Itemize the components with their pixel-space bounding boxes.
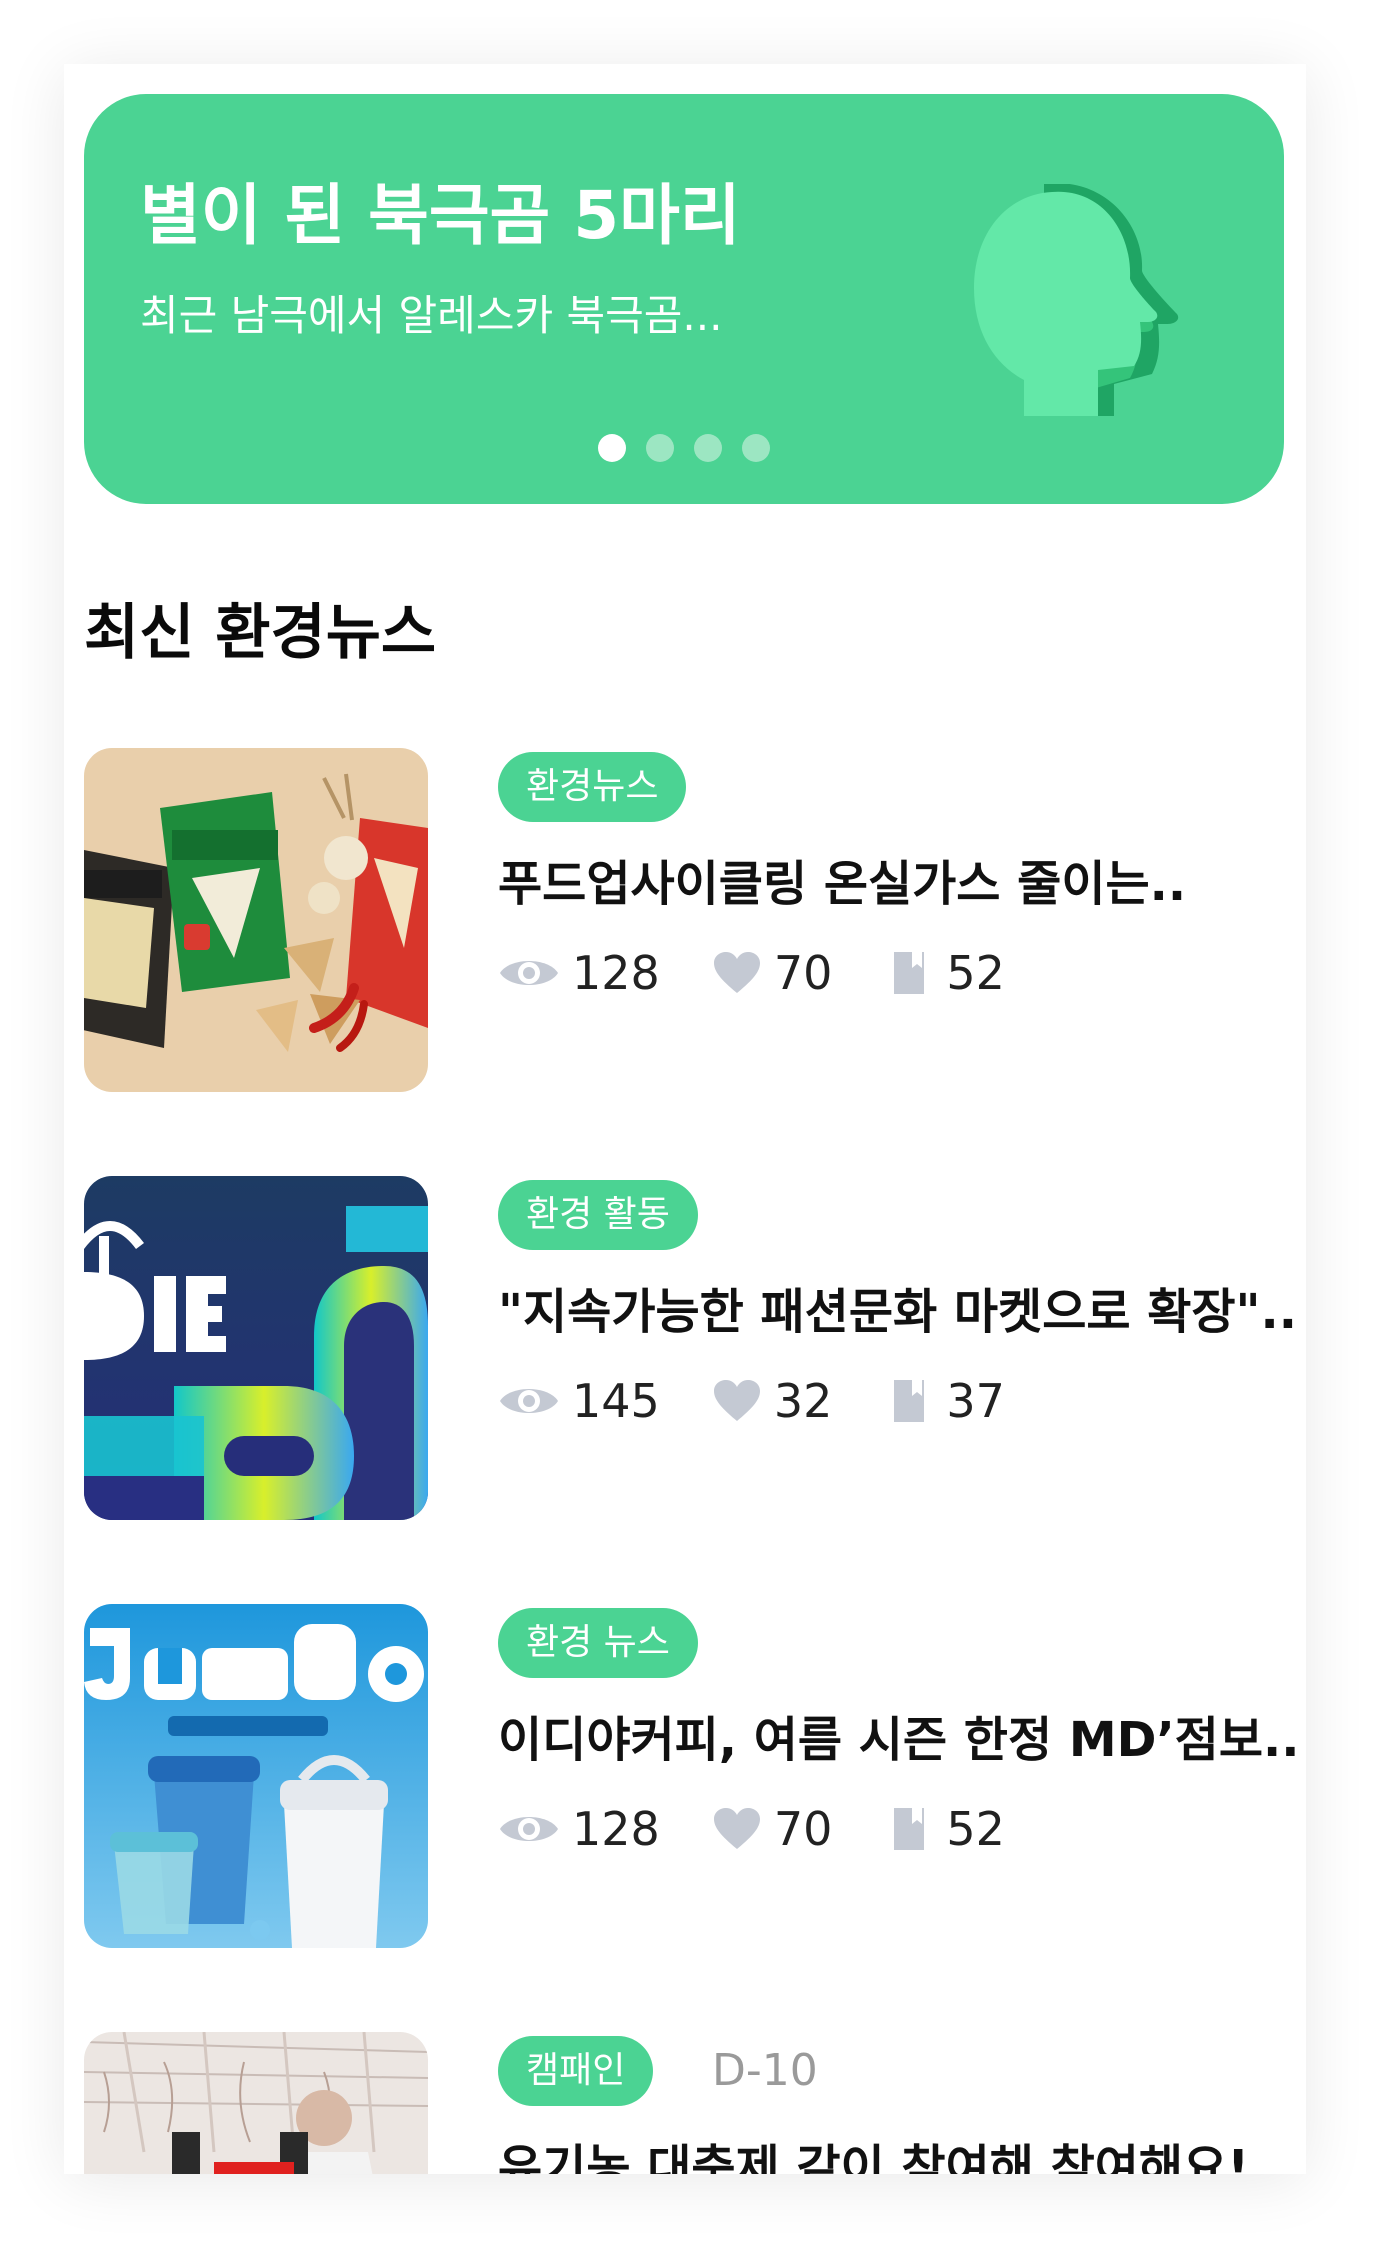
head-silhouette-icon	[974, 184, 1179, 416]
category-tag[interactable]: 환경 뉴스	[498, 1608, 698, 1678]
news-title[interactable]: "지속가능한 패션문화 마켓으로 확장"..	[498, 1272, 1297, 1342]
eye-icon	[500, 1389, 558, 1413]
news-item[interactable]: 환경뉴스 푸드업사이클링 온실가스 줄이는.. 128 70 52	[84, 748, 1284, 1092]
bookmark-count-value: 37	[946, 1374, 1005, 1428]
like-count[interactable]: 70	[712, 946, 885, 1000]
news-item[interactable]: 환경 뉴스 이디야커피, 여름 시즌 한정 MD’점보.. 128 70 52	[84, 1604, 1299, 1948]
category-tag[interactable]: 캠패인	[498, 2036, 654, 2106]
eye-icon	[500, 961, 558, 985]
greenhouse-farmer-photo	[84, 2032, 428, 2174]
like-count[interactable]: 32	[712, 1374, 885, 1428]
like-count-value: 70	[773, 1802, 833, 1856]
heart-icon	[713, 1380, 760, 1421]
bookmark-count-value: 52	[946, 1802, 1005, 1856]
news-thumbnail	[84, 2032, 428, 2174]
bookmark-icon	[894, 952, 925, 994]
bookmark-count[interactable]: 37	[884, 1374, 1057, 1428]
news-stats: 128 70 52	[498, 940, 1057, 1006]
bookmark-count[interactable]: 52	[884, 1802, 1057, 1856]
view-count: 128	[498, 1802, 712, 1856]
app-screen: 별이 된 북극곰 5마리 최근 남극에서 알레스카 북극곰... 최신 환경뉴스	[64, 64, 1306, 2174]
bookmark-count-value: 52	[946, 946, 1005, 1000]
news-thumbnail	[84, 1604, 428, 1948]
heart-icon	[713, 952, 760, 993]
view-count-value: 145	[572, 1374, 660, 1428]
like-count-value: 70	[773, 946, 833, 1000]
carousel-dot-4[interactable]	[742, 434, 770, 462]
jumbo-blue-wave-tumbler-ad	[84, 1604, 428, 1948]
news-item[interactable]: 환경 활동 "지속가능한 패션문화 마켓으로 확장".. 145 32 37	[84, 1176, 1297, 1520]
view-count-value: 128	[572, 946, 660, 1000]
banner-subtitle: 최근 남극에서 알레스카 북극곰...	[140, 291, 723, 340]
category-tag[interactable]: 환경 활동	[498, 1180, 698, 1250]
banner-title: 별이 된 북극곰 5마리	[140, 177, 741, 254]
news-thumbnail	[84, 1176, 428, 1520]
fashion-code-poster	[84, 1176, 428, 1520]
banner-carousel[interactable]: 별이 된 북극곰 5마리 최근 남극에서 알레스카 북극곰...	[84, 94, 1284, 504]
news-title[interactable]: 푸드업사이클링 온실가스 줄이는..	[498, 844, 1186, 914]
bookmark-count[interactable]: 52	[884, 946, 1057, 1000]
heart-icon	[713, 1808, 760, 1849]
view-count: 145	[498, 1374, 712, 1428]
view-count-value: 128	[572, 1802, 660, 1856]
section-title: 최신 환경뉴스	[84, 598, 437, 668]
news-thumbnail	[84, 748, 428, 1092]
snack-chip-photo	[84, 748, 428, 1092]
carousel-dots	[84, 434, 1284, 462]
carousel-dot-2[interactable]	[646, 434, 674, 462]
news-title[interactable]: 유기농 대축제 같이 참여해 참여해요!	[498, 2128, 1249, 2174]
bookmark-icon	[894, 1808, 925, 1850]
view-count: 128	[498, 946, 712, 1000]
d-day-label: D-10	[712, 2045, 818, 2096]
news-item[interactable]: 캠패인 D-10 유기농 대축제 같이 참여해 참여해요!	[84, 2032, 1284, 2174]
category-tag[interactable]: 환경뉴스	[498, 752, 687, 822]
like-count-value: 32	[773, 1374, 833, 1428]
like-count[interactable]: 70	[712, 1802, 885, 1856]
eye-icon	[500, 1817, 558, 1841]
news-stats: 128 70 52	[498, 1796, 1057, 1862]
carousel-dot-3[interactable]	[694, 434, 722, 462]
carousel-dot-1[interactable]	[598, 434, 626, 462]
news-stats: 145 32 37	[498, 1368, 1057, 1434]
news-title[interactable]: 이디야커피, 여름 시즌 한정 MD’점보..	[498, 1700, 1299, 1770]
bookmark-icon	[894, 1380, 925, 1422]
